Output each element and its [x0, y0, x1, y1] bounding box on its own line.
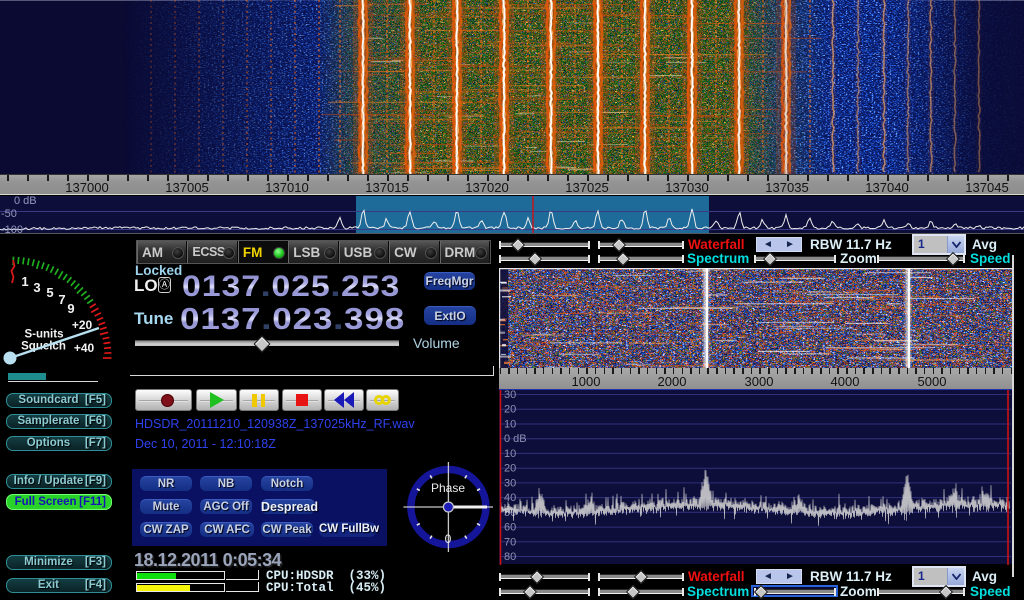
- svg-text:3: 3: [33, 280, 40, 295]
- svg-text:S-units: S-units: [25, 329, 64, 341]
- svg-text:60: 60: [504, 522, 516, 534]
- svg-text:0: 0: [445, 532, 452, 546]
- svg-text:20: 20: [504, 463, 516, 475]
- svg-text:30: 30: [504, 477, 516, 489]
- svg-text:+40: +40: [74, 341, 95, 355]
- svg-text:10: 10: [504, 448, 516, 460]
- svg-text:9: 9: [67, 301, 74, 316]
- svg-text:5: 5: [46, 285, 53, 300]
- svg-text:+20: +20: [72, 318, 93, 332]
- svg-text:1: 1: [21, 274, 28, 289]
- svg-text:20: 20: [504, 404, 516, 416]
- svg-text:0 dB: 0 dB: [504, 433, 527, 445]
- svg-text:Phase: Phase: [431, 481, 465, 495]
- svg-text:80: 80: [504, 551, 516, 563]
- svg-text:30: 30: [504, 390, 516, 401]
- svg-text:10: 10: [504, 419, 516, 431]
- svg-text:70: 70: [504, 536, 516, 548]
- svg-text:7: 7: [58, 292, 65, 307]
- svg-text:40: 40: [504, 492, 516, 504]
